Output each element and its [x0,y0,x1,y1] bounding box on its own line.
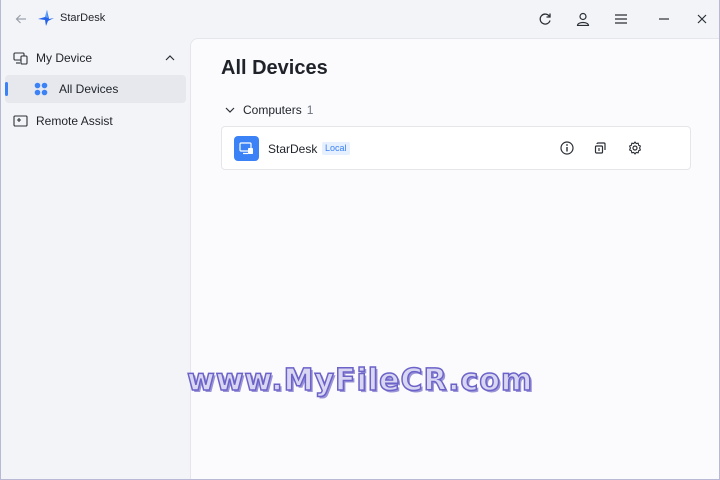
gear-icon [629,141,641,155]
sidebar-item-all-devices[interactable]: All Devices [5,75,186,103]
group-header-computers[interactable]: Computers 1 [225,101,313,119]
sidebar-item-my-device[interactable]: My Device [5,44,186,72]
refresh-icon [539,13,551,25]
user-icon [576,12,590,26]
watermark: www.MyFileCR.com [186,362,534,399]
hamburger-menu-icon [615,14,627,24]
computer-icon [234,136,259,161]
local-badge: Local [322,142,350,155]
close-button[interactable] [691,8,713,30]
page-title: All Devices [221,57,328,79]
minimize-icon [659,18,669,20]
sidebar: My Device All Devices Remote Assist [1,38,190,479]
sidebar-item-label: All Devices [59,82,119,96]
group-label: Computers [243,103,302,117]
remote-control-button[interactable] [592,139,610,157]
info-icon [560,141,574,155]
device-settings-button[interactable] [626,139,644,157]
chevron-down-icon [225,107,235,113]
device-card[interactable]: StarDesk Local [221,126,691,170]
sidebar-item-remote-assist[interactable]: Remote Assist [5,107,186,135]
sidebar-item-label: Remote Assist [36,114,113,128]
menu-button[interactable] [610,8,632,30]
sidebar-item-label: My Device [36,51,93,65]
stardesk-logo-icon [38,10,54,26]
remote-control-icon [594,142,606,154]
title-bar: StarDesk [1,0,719,38]
app-window: StarDesk My Device All Devices Remote As… [0,0,720,480]
remote-assist-icon [13,115,28,127]
chevron-up-icon [165,55,175,61]
account-button[interactable] [572,8,594,30]
selection-indicator [5,82,8,96]
close-icon [697,14,707,24]
device-info-button[interactable] [558,139,576,157]
refresh-button[interactable] [534,8,556,30]
main-content: All Devices Computers 1 StarDesk Local [190,38,719,479]
back-button[interactable] [11,9,31,29]
grid-dots-icon [34,82,48,96]
device-name: StarDesk [268,142,318,156]
devices-icon [13,52,28,65]
app-title: StarDesk [60,12,106,24]
group-count: 1 [306,103,314,117]
minimize-button[interactable] [653,8,675,30]
arrow-left-icon [15,14,26,24]
